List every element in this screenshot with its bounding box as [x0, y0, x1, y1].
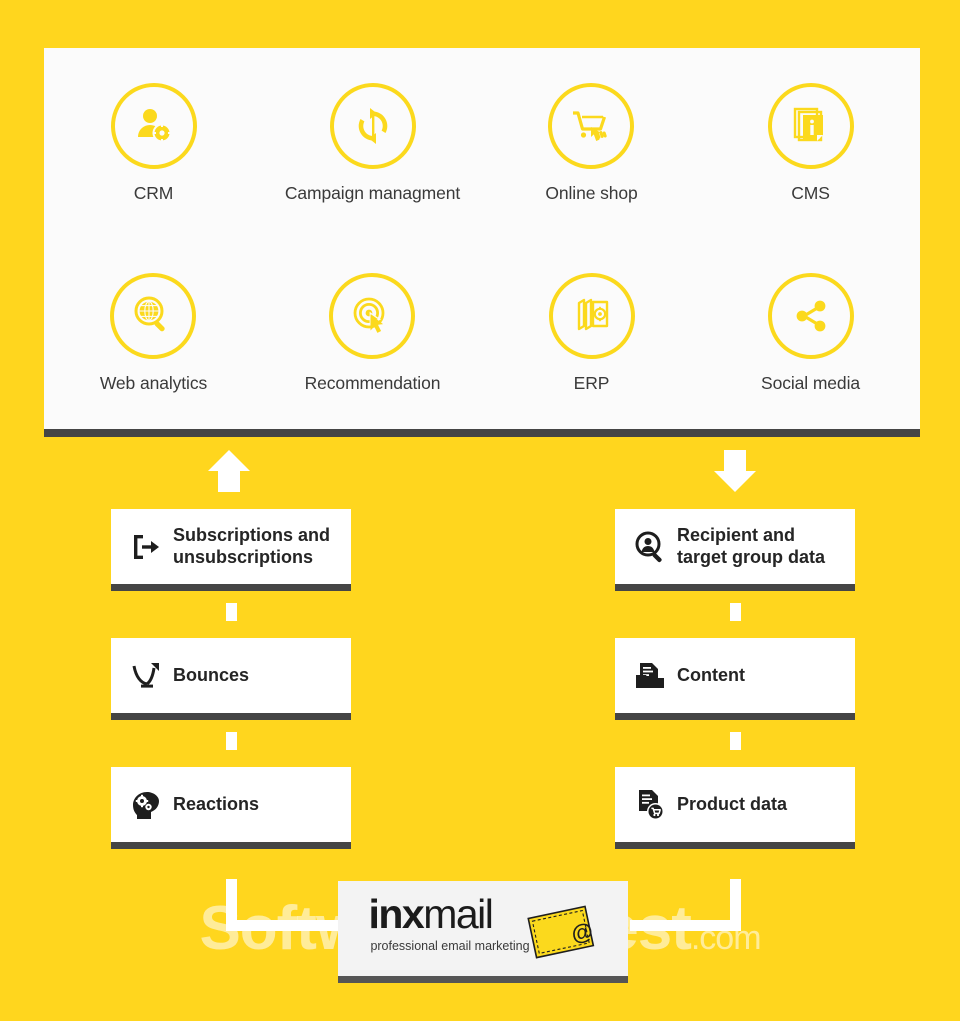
flow-box-product-data[interactable]: Product data	[615, 767, 855, 849]
integration-label: Recommendation	[304, 373, 441, 394]
envelope-at-symbol: @	[568, 918, 594, 947]
integration-item-campaign-managment[interactable]: Campaign managment	[284, 82, 461, 204]
flow-box-label: Reactions	[173, 793, 260, 814]
globe-magnifier-icon	[110, 273, 197, 360]
arrow-up-icon	[206, 448, 252, 494]
flow-box-label: Recipient and target group data	[677, 525, 826, 567]
target-cursor-icon	[329, 273, 416, 360]
document-cart-icon	[623, 789, 677, 821]
integration-item-online-shop[interactable]: Online shop	[545, 82, 638, 204]
logo-wordmark-bold: inx	[368, 891, 424, 937]
integration-item-social-media[interactable]: Social media	[761, 273, 860, 394]
integration-item-cms[interactable]: CMS	[767, 82, 854, 204]
sync-arrows-icon	[329, 82, 416, 169]
arrow-down-icon	[712, 448, 758, 494]
connector-nub	[226, 732, 237, 750]
integration-item-erp[interactable]: ERP	[548, 273, 635, 394]
flow-box-label: Content	[677, 664, 745, 685]
connector-nub	[226, 603, 237, 621]
integrations-panel: CRM Campaign managment Online shop CMS W…	[44, 48, 920, 429]
exit-arrow-icon	[119, 532, 173, 562]
envelope-at-icon: @	[524, 904, 598, 967]
inxmail-logo-card: inxmail professional email marketing @	[338, 881, 628, 983]
integration-label: Social media	[761, 373, 860, 394]
flow-box-reactions[interactable]: Reactions	[111, 767, 351, 849]
head-gears-icon	[119, 790, 173, 820]
integration-item-recommendation[interactable]: Recommendation	[304, 273, 441, 394]
integration-label: Campaign managment	[284, 182, 461, 203]
flow-box-label: Bounces	[173, 664, 250, 685]
flow-box-recipient-data[interactable]: Recipient and target group data	[615, 509, 855, 591]
flow-box-content[interactable]: Content	[615, 638, 855, 720]
layered-documents-gear-icon	[548, 273, 635, 360]
connector-bracket-right-horizontal	[630, 920, 741, 931]
integration-label: Online shop	[545, 182, 638, 203]
integration-label: Web analytics	[99, 373, 208, 394]
integrations-icon-grid: CRM Campaign managment Online shop CMS W…	[44, 48, 920, 429]
connector-nub	[730, 732, 741, 750]
logo-wordmark-light: mail	[423, 891, 494, 937]
share-nodes-icon	[767, 273, 854, 360]
logo-tagline: professional email marketing	[370, 939, 530, 953]
flow-box-label: Product data	[677, 793, 788, 814]
connector-nub	[730, 603, 741, 621]
bounce-arrow-icon	[119, 661, 173, 691]
person-magnifier-icon	[623, 531, 677, 563]
user-gear-icon	[110, 82, 197, 169]
integration-label: ERP	[573, 373, 610, 394]
flow-box-label: Subscriptions and unsubscriptions	[173, 525, 331, 567]
integration-item-web-analytics[interactable]: Web analytics	[100, 273, 207, 394]
stacked-pages-info-icon	[767, 82, 854, 169]
integration-label: CRM	[133, 182, 174, 203]
shopping-cart-click-icon	[548, 82, 635, 169]
panel-underline	[44, 429, 920, 437]
logo-wordmark: inxmail	[368, 891, 494, 937]
integration-label: CMS	[791, 182, 830, 203]
flow-box-bounces[interactable]: Bounces	[111, 638, 351, 720]
integration-item-crm[interactable]: CRM	[110, 82, 197, 204]
connector-bracket-left-horizontal	[226, 920, 346, 931]
document-folder-icon	[623, 661, 677, 691]
flow-box-subscriptions[interactable]: Subscriptions and unsubscriptions	[111, 509, 351, 591]
